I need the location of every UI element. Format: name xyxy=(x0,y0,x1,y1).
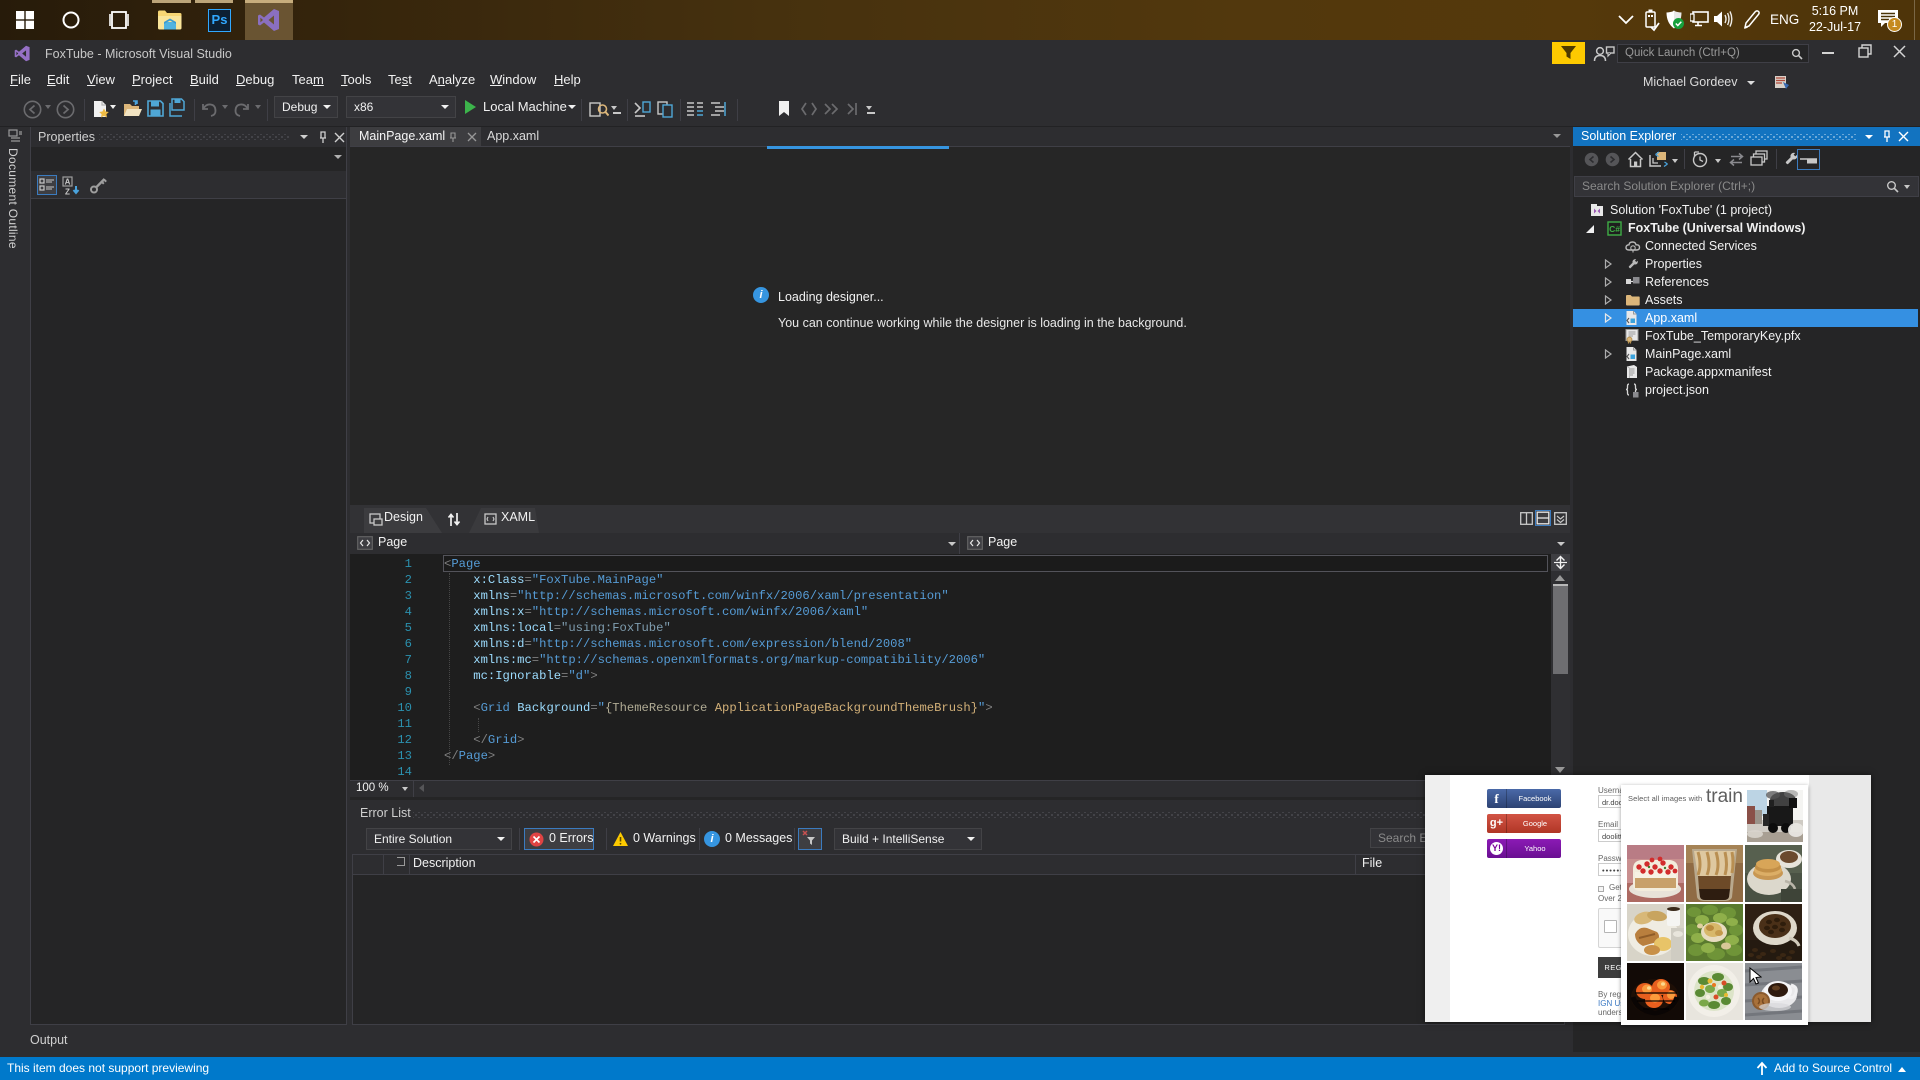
svg-text:C#: C# xyxy=(1609,224,1620,234)
svg-text:Z: Z xyxy=(65,188,70,197)
svg-text:A: A xyxy=(65,178,71,187)
